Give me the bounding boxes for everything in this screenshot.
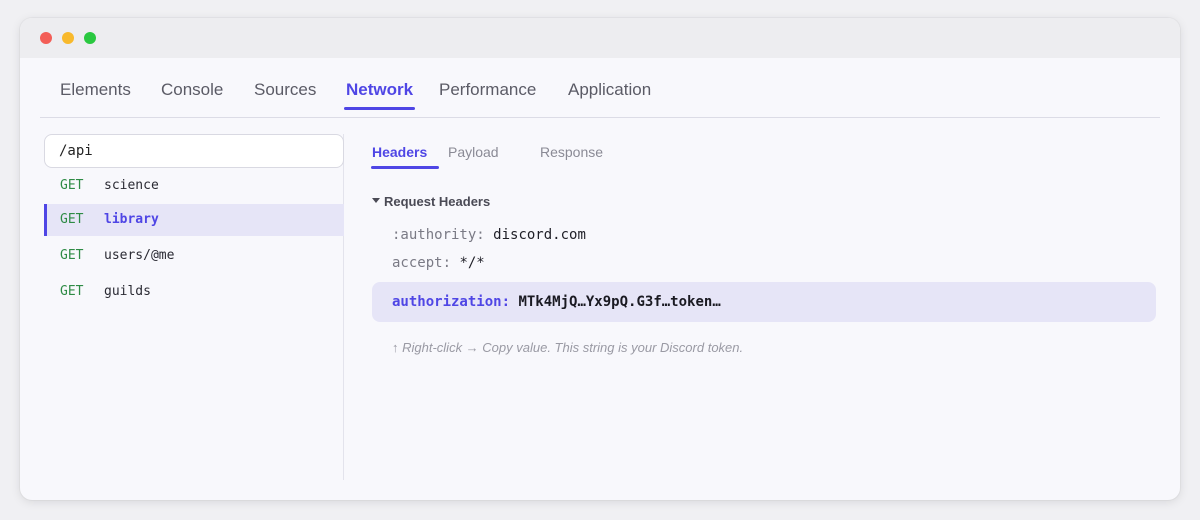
- filter-input[interactable]: [44, 134, 344, 168]
- header-row-authority: :authority: discord.com: [392, 227, 586, 243]
- request-method: GET: [60, 248, 84, 263]
- subtab-payload[interactable]: Payload: [448, 144, 499, 160]
- title-bar: [20, 18, 1180, 58]
- request-row-users-me[interactable]: GET users/@me: [44, 240, 344, 272]
- request-row-library[interactable]: GET library: [44, 204, 344, 236]
- request-name: users/@me: [104, 248, 175, 263]
- request-headers-toggle[interactable]: Request Headers: [372, 194, 490, 209]
- detail-tab-bar: Headers Payload Response: [370, 136, 672, 170]
- caret-down-icon: [372, 198, 380, 204]
- close-window-button[interactable]: [40, 32, 52, 44]
- request-method: GET: [60, 212, 84, 227]
- maximize-window-button[interactable]: [84, 32, 96, 44]
- section-title: Request Headers: [384, 194, 491, 209]
- header-value: */*: [459, 255, 485, 271]
- header-value: MTk4MjQ…Yx9pQ.G3f…token…: [518, 294, 721, 310]
- header-key: :authority:: [392, 227, 485, 243]
- request-list-panel: GET science GET library GET users/@me GE…: [44, 134, 344, 480]
- authorization-header-row[interactable]: authorization: MTk4MjQ…Yx9pQ.G3f…token…: [372, 282, 1156, 322]
- request-row-science[interactable]: GET science: [44, 170, 344, 202]
- request-method: GET: [60, 284, 84, 299]
- header-key: authorization:: [392, 294, 511, 310]
- request-name: science: [104, 178, 159, 193]
- devtools-tab-bar: Elements Console Sources Network Perform…: [40, 58, 1160, 118]
- header-key: accept:: [392, 255, 452, 271]
- tab-elements[interactable]: Elements: [60, 80, 131, 118]
- header-value: discord.com: [493, 227, 586, 243]
- header-row-accept: accept: */*: [392, 255, 485, 271]
- request-row-guilds[interactable]: GET guilds: [44, 276, 344, 308]
- tab-sources[interactable]: Sources: [254, 80, 316, 118]
- tab-console[interactable]: Console: [161, 80, 223, 118]
- request-name: guilds: [104, 284, 151, 299]
- subtab-headers[interactable]: Headers: [370, 144, 440, 169]
- tab-application[interactable]: Application: [568, 80, 651, 118]
- tab-performance[interactable]: Performance: [439, 80, 536, 118]
- request-name: library: [104, 212, 159, 227]
- hint-text: ↑ Right-click → Copy value. This string …: [392, 340, 744, 355]
- tab-network[interactable]: Network: [343, 80, 416, 118]
- subtab-response[interactable]: Response: [540, 144, 603, 160]
- minimize-window-button[interactable]: [62, 32, 74, 44]
- request-method: GET: [60, 178, 84, 193]
